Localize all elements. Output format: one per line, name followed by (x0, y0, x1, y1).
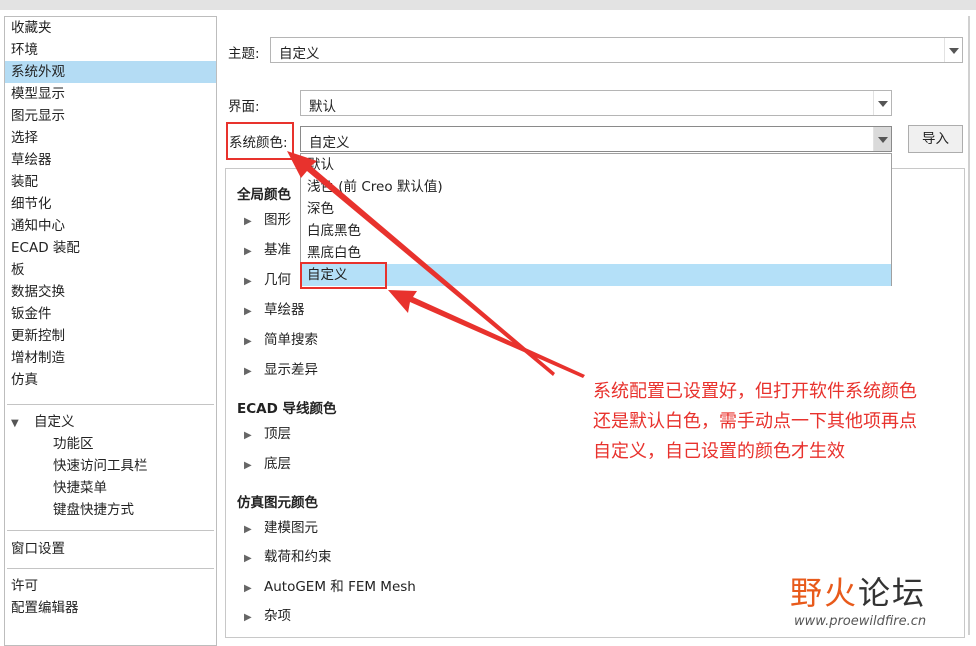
annotation-text: 系统配置已设置好，但打开软件系统颜色 还是默认白色，需手动点一下其他项再点 自定… (593, 381, 917, 462)
watermark: 野火论坛 www.proewildfire.cn (790, 568, 926, 629)
annotation-arrows (287, 151, 585, 378)
arrow-to-label (287, 151, 555, 376)
watermark-url: www.proewildfire.cn (794, 614, 927, 629)
watermark-logo: 野火论坛 (790, 574, 927, 612)
arrow-to-option (388, 290, 585, 378)
